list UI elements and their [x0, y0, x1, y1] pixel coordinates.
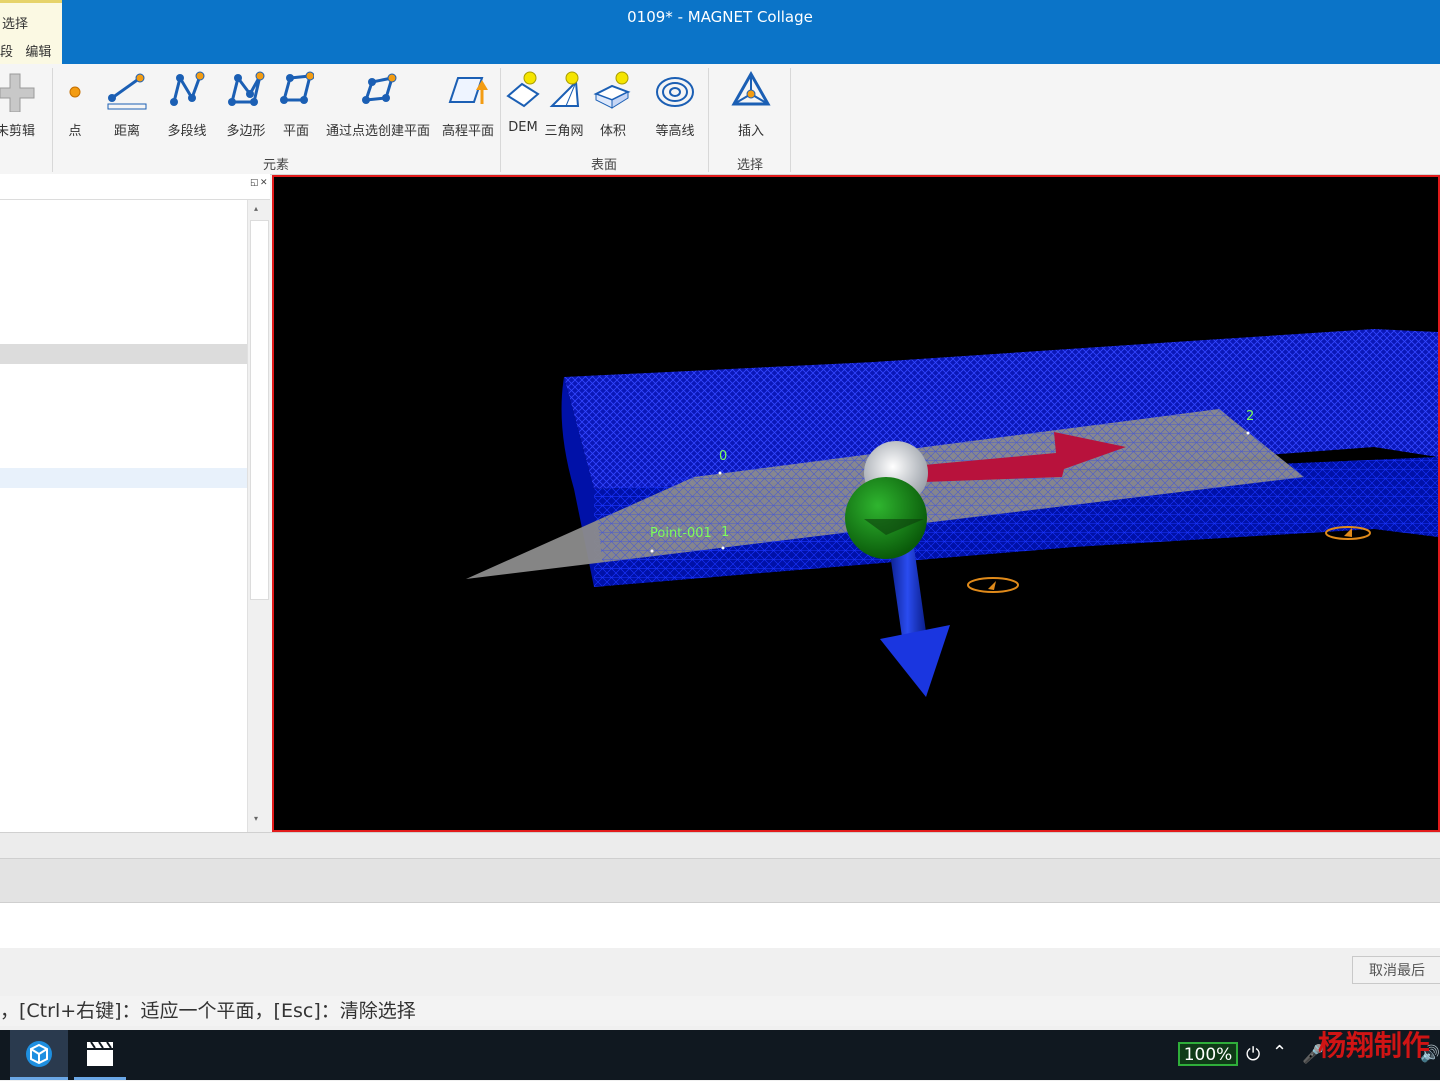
volume-icon: [593, 71, 631, 109]
command-toolbar: [0, 948, 1440, 996]
scroll-down-icon[interactable]: ▾: [254, 814, 258, 823]
polyline-icon: [170, 71, 205, 106]
ribbon-button-contour[interactable]: 等高线: [646, 68, 704, 139]
ribbon-tab-strip: 选择 段 编辑: [0, 0, 62, 64]
ribbon-button-plane-from-points[interactable]: 通过点选创建平面: [322, 68, 434, 139]
ribbon-button-elevation-plane[interactable]: 高程平面: [438, 68, 498, 139]
battery-indicator[interactable]: 100%: [1178, 1042, 1238, 1066]
ribbon-label-contour: 等高线: [655, 124, 695, 139]
properties-header: [0, 858, 1440, 903]
taskbar-app-magnet[interactable]: [10, 1030, 68, 1080]
ribbon-label-polygon: 多边形: [226, 124, 266, 139]
ribbon-label-elevation-plane: 高程平面: [441, 124, 494, 139]
ribbon-button-clip[interactable]: 未剪辑: [0, 68, 50, 139]
restore-icon[interactable]: ◱: [250, 178, 259, 188]
taskbar-app-video[interactable]: [74, 1030, 126, 1080]
vertical-scrollbar[interactable]: ▴ ▾: [247, 200, 270, 832]
project-tree-panel: ◱ ✕ ▴ ▾: [0, 174, 270, 832]
tab-select[interactable]: 选择: [2, 13, 28, 32]
ribbon-button-point[interactable]: 点: [60, 68, 90, 139]
contour-icon: [656, 77, 694, 107]
scrollbar-thumb[interactable]: [250, 220, 269, 600]
insert-icon: [731, 70, 771, 106]
clapperboard-icon: [87, 1041, 113, 1066]
undo-last-button[interactable]: 取消最后: [1352, 956, 1440, 984]
3d-viewport[interactable]: 0 1 2 Point-001: [272, 175, 1440, 832]
scene-3d[interactable]: 0 1 2 Point-001: [274, 177, 1438, 830]
chevron-up-icon[interactable]: ⌃: [1272, 1042, 1287, 1063]
close-icon[interactable]: ✕: [260, 178, 268, 188]
ribbon-button-polyline[interactable]: 多段线: [162, 68, 212, 139]
ribbon-button-polygon[interactable]: 多边形: [222, 68, 270, 139]
polygon-icon: [228, 71, 265, 106]
title-bar: 0109* - MAGNET Collage: [0, 0, 1440, 64]
dem-icon: [506, 71, 540, 108]
ribbon-label-dem: DEM: [508, 120, 538, 135]
point-name-label: Point-001: [650, 526, 712, 541]
group-label-select: 选择: [736, 158, 763, 173]
ribbon-label-polyline: 多段线: [167, 124, 207, 139]
ribbon: 未剪辑 点 距离 多段线 多边形 平面 通过点选创建平面 高程平面 DEM 三角…: [0, 64, 1440, 175]
ribbon-label-distance: 距离: [113, 124, 140, 139]
group-label-elements: 元素: [262, 158, 289, 173]
tin-icon: [549, 71, 580, 107]
plane-from-points-icon: [362, 73, 397, 104]
tree-row-hover[interactable]: [0, 468, 247, 488]
tab-partial[interactable]: 段: [0, 45, 13, 60]
point-label-0: 0: [719, 449, 727, 464]
ribbon-label-insert: 插入: [737, 124, 764, 139]
power-plug-icon[interactable]: ⏻: [1246, 1044, 1260, 1065]
ribbon-label-tin: 三角网: [544, 124, 584, 139]
distance-icon: [107, 73, 147, 110]
status-hint: ，[Ctrl+右键]：适应一个平面，[Esc]：清除选择: [0, 996, 1440, 1026]
cube-icon: [26, 1041, 52, 1067]
horizontal-scrollbar[interactable]: [0, 832, 1440, 859]
tab-edit[interactable]: 编辑: [25, 45, 51, 60]
command-input-area[interactable]: [0, 902, 1440, 950]
ribbon-button-dem[interactable]: DEM: [504, 68, 542, 136]
tree-row-selected[interactable]: [0, 344, 247, 364]
watermark-text: 杨翔制作: [1318, 1029, 1431, 1062]
window-title: 0109* - MAGNET Collage: [627, 8, 813, 26]
z-axis-arrow-head: [880, 625, 950, 697]
ribbon-label-plane: 平面: [282, 124, 309, 139]
ribbon-button-distance[interactable]: 距离: [104, 68, 150, 139]
ribbon-label-volume: 体积: [599, 124, 626, 139]
z-axis-arrow-shaft: [889, 547, 926, 637]
ribbon-button-insert[interactable]: 插入: [726, 68, 776, 139]
ribbon-partial-label: 未剪辑: [0, 124, 36, 139]
point-label-1: 1: [721, 525, 729, 540]
elevation-plane-icon: [448, 77, 488, 104]
point-label-2: 2: [1246, 409, 1254, 424]
gizmo-handle-sphere: [845, 477, 927, 559]
ribbon-label-point: 点: [68, 124, 82, 139]
ribbon-button-tin[interactable]: 三角网: [542, 68, 586, 139]
group-label-surface: 表面: [590, 158, 617, 173]
ribbon-label-plane-from-points: 通过点选创建平面: [325, 124, 430, 139]
ribbon-button-plane[interactable]: 平面: [278, 68, 314, 139]
panel-header: ◱ ✕: [0, 174, 270, 200]
point-icon: [69, 86, 81, 98]
scroll-up-icon[interactable]: ▴: [254, 204, 258, 213]
clip-icon: [0, 73, 35, 112]
plane-icon: [280, 71, 314, 104]
ribbon-button-volume[interactable]: 体积: [592, 68, 634, 139]
